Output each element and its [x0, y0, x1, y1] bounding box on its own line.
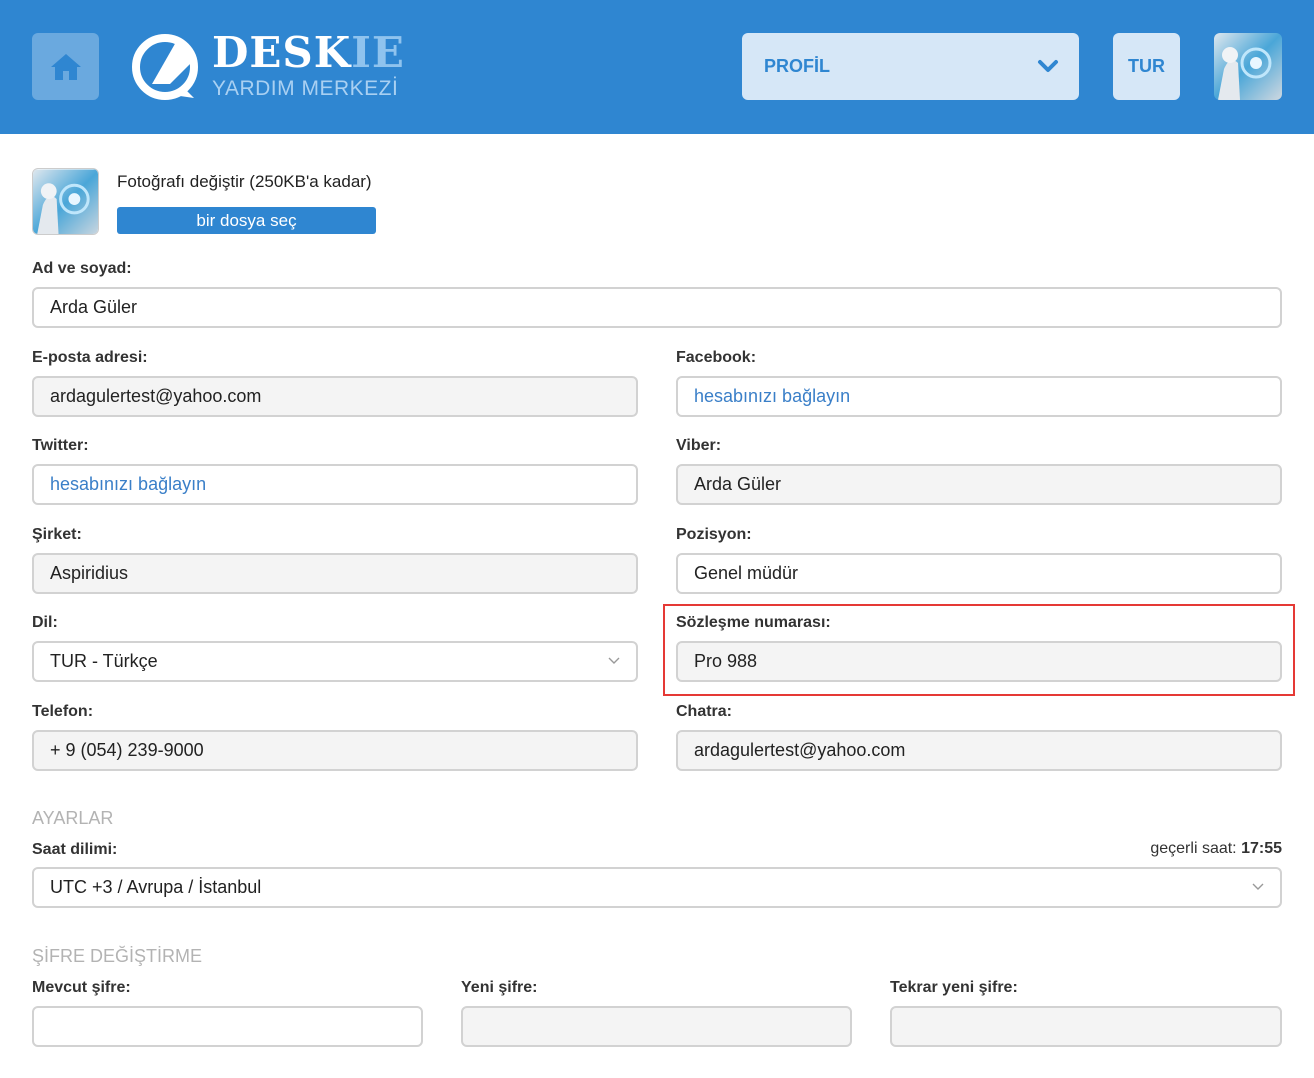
- company-label: Şirket:: [32, 526, 82, 543]
- phone-label: Telefon:: [32, 703, 94, 720]
- company-input[interactable]: Aspiridius: [32, 553, 638, 594]
- phone-input[interactable]: + 9 (054) 239-9000: [32, 730, 638, 771]
- name-input[interactable]: Arda Güler: [32, 287, 1282, 328]
- chevron-down-icon: [1038, 60, 1058, 72]
- name-label: Ad ve soyad:: [32, 260, 132, 277]
- repeat-password-label: Tekrar yeni şifre:: [890, 979, 1018, 996]
- language-value: TUR - Türkçe: [50, 651, 158, 671]
- chevron-down-icon: [608, 657, 620, 664]
- language-button[interactable]: TUR: [1113, 33, 1180, 100]
- language-select[interactable]: TUR - Türkçe: [32, 641, 638, 682]
- position-value: Genel müdür: [694, 563, 799, 583]
- email-value: ardagulertest@yahoo.com: [50, 386, 262, 406]
- contract-number-value: Pro 988: [694, 651, 758, 671]
- home-icon: [50, 53, 81, 80]
- chevron-down-icon: [1252, 883, 1264, 890]
- top-bar: DESKIE YARDIM MERKEZİ PROFİL TUR: [0, 0, 1314, 134]
- new-password-input[interactable]: [461, 1006, 852, 1047]
- change-photo-label: Fotoğrafı değiştir (250KB'a kadar): [117, 172, 372, 191]
- settings-section-title: AYARLAR: [32, 808, 114, 828]
- name-value: Arda Güler: [50, 297, 138, 317]
- twitter-connect-field[interactable]: hesabınızı bağlayın: [32, 464, 638, 505]
- profile-photo: [32, 168, 99, 235]
- chatra-label: Chatra:: [676, 703, 733, 720]
- new-password-label: Yeni şifre:: [461, 979, 538, 996]
- current-password-input[interactable]: [32, 1006, 423, 1047]
- current-time-value: 17:55: [1241, 840, 1282, 857]
- contract-number-label: Sözleşme numarası:: [676, 614, 831, 631]
- viber-input[interactable]: Arda Güler: [676, 464, 1282, 505]
- current-time-label: geçerli saat:: [1150, 840, 1237, 857]
- password-section-title: ŞİFRE DEĞİŞTİRME: [32, 946, 203, 966]
- timezone-value: UTC +3 / Avrupa / İstanbul: [50, 877, 262, 897]
- logo-main-text: DESK: [212, 28, 352, 77]
- facebook-label: Facebook:: [676, 349, 757, 366]
- user-avatar[interactable]: [1214, 33, 1282, 100]
- logo-subtitle: YARDIM MERKEZİ: [212, 77, 399, 100]
- profile-dropdown[interactable]: PROFİL: [742, 33, 1079, 100]
- viber-value: Arda Güler: [694, 474, 782, 494]
- viber-label: Viber:: [676, 437, 722, 454]
- repeat-password-input[interactable]: [890, 1006, 1282, 1047]
- timezone-select[interactable]: UTC +3 / Avrupa / İstanbul: [32, 867, 1282, 908]
- timezone-label: Saat dilimi:: [32, 841, 118, 858]
- current-time: geçerli saat: 17:55: [1150, 840, 1282, 858]
- contract-number-input[interactable]: Pro 988: [676, 641, 1282, 682]
- logo-accent-text: IE: [351, 28, 405, 77]
- twitter-connect-link[interactable]: hesabınızı bağlayın: [50, 474, 206, 495]
- deskie-logo-icon: [132, 34, 198, 100]
- company-value: Aspiridius: [50, 563, 129, 583]
- chatra-input[interactable]: ardagulertest@yahoo.com: [676, 730, 1282, 771]
- email-label: E-posta adresi:: [32, 349, 148, 366]
- home-button[interactable]: [32, 33, 99, 100]
- profile-dropdown-label: PROFİL: [764, 56, 830, 76]
- language-label: Dil:: [32, 614, 58, 631]
- phone-value: + 9 (054) 239-9000: [50, 740, 204, 760]
- position-input[interactable]: Genel müdür: [676, 553, 1282, 594]
- choose-file-button[interactable]: bir dosya seç: [117, 207, 376, 234]
- chatra-value: ardagulertest@yahoo.com: [694, 740, 906, 760]
- logo-title: DESKIE: [212, 30, 405, 76]
- email-input[interactable]: ardagulertest@yahoo.com: [32, 376, 638, 417]
- twitter-label: Twitter:: [32, 437, 89, 454]
- position-label: Pozisyon:: [676, 526, 752, 543]
- facebook-connect-link[interactable]: hesabınızı bağlayın: [694, 386, 850, 407]
- current-password-label: Mevcut şifre:: [32, 979, 131, 996]
- facebook-connect-field[interactable]: hesabınızı bağlayın: [676, 376, 1282, 417]
